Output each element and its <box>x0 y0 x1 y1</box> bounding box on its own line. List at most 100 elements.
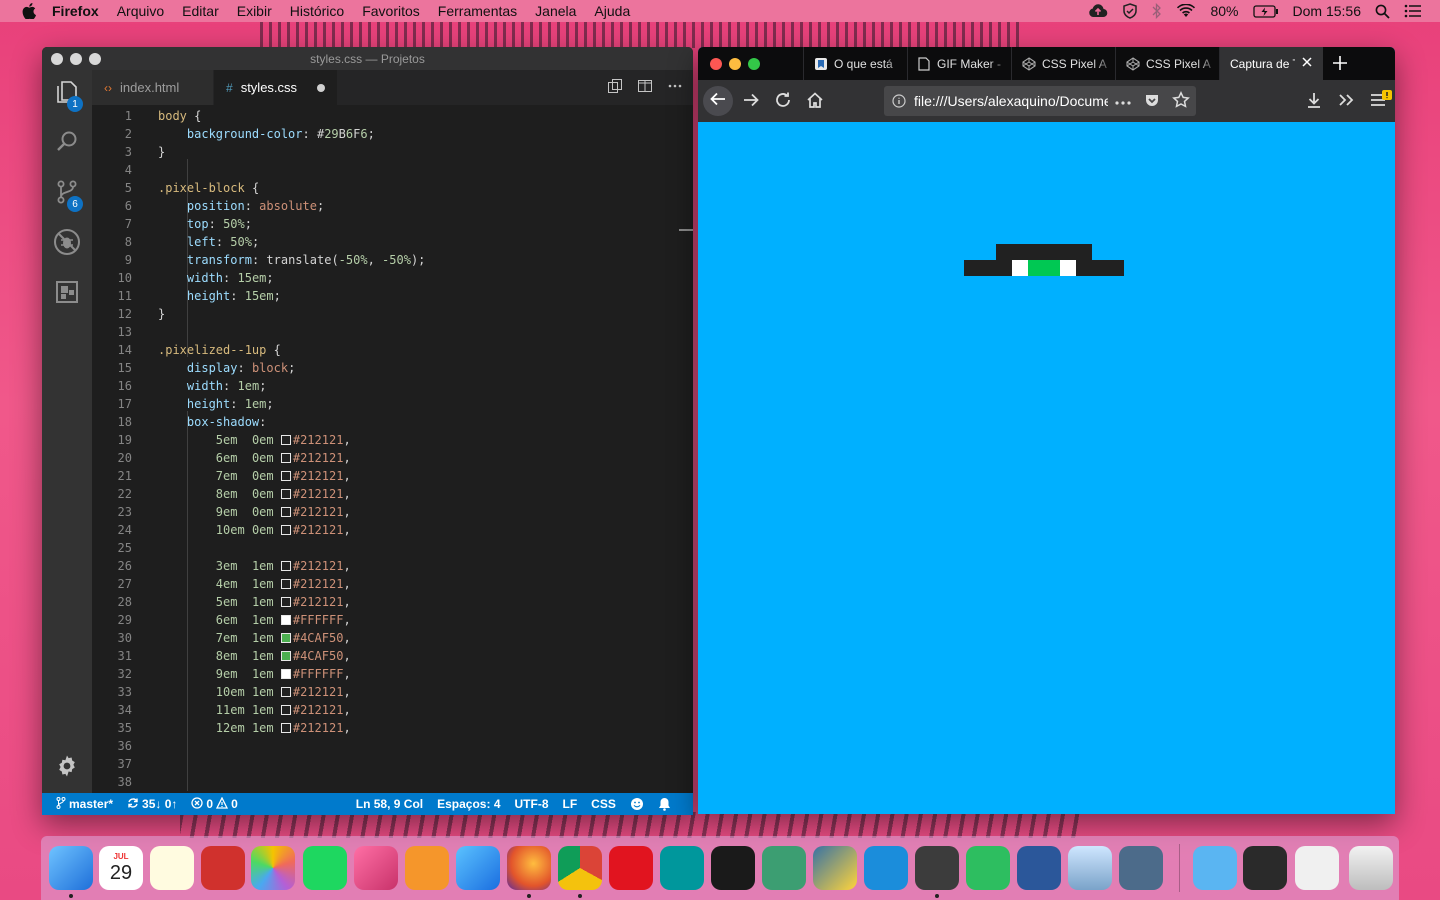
split-editor-icon[interactable] <box>637 78 653 97</box>
tab-index-html[interactable]: ‹› index.html <box>92 70 214 105</box>
code-line[interactable]: 19 5em 0em #212121, <box>92 431 693 449</box>
menu-ajuda[interactable]: Ajuda <box>594 3 630 19</box>
extensions-button[interactable] <box>42 270 92 318</box>
code-line[interactable]: 14 .pixelized--1up { <box>92 341 693 359</box>
pocket-icon[interactable] <box>1144 92 1160 111</box>
indentation-status[interactable]: Espaços: 4 <box>437 797 500 811</box>
code-line[interactable]: 38 <box>92 773 693 791</box>
code-line[interactable]: 23 9em 0em #212121, <box>92 503 693 521</box>
dock-safari-icon[interactable] <box>456 846 500 890</box>
notifications-bell-icon[interactable] <box>658 797 671 811</box>
back-button[interactable] <box>703 86 733 116</box>
dock-ibooks-icon[interactable] <box>405 846 449 890</box>
dock-finder-icon[interactable] <box>49 846 93 890</box>
dock-word-icon[interactable] <box>1017 846 1061 890</box>
search-button[interactable] <box>42 120 92 168</box>
vscode-title-bar[interactable]: styles.css — Projetos <box>42 47 693 70</box>
dock-photos-icon[interactable] <box>251 846 295 890</box>
dock-itunes-icon[interactable] <box>354 846 398 890</box>
dock-brackets-icon[interactable] <box>864 846 908 890</box>
code-line[interactable]: 37 <box>92 755 693 773</box>
branch-status[interactable]: master* <box>56 796 113 812</box>
problems-status[interactable]: 0 0 <box>191 796 238 812</box>
code-line[interactable]: 31 8em 1em #4CAF50, <box>92 647 693 665</box>
code-line[interactable]: 22 8em 0em #212121, <box>92 485 693 503</box>
code-line[interactable]: 1 body { <box>92 107 693 125</box>
code-line[interactable]: 35 12em 1em #212121, <box>92 719 693 737</box>
browser-tab[interactable]: CSS Pixel A <box>1011 47 1115 80</box>
close-window-button[interactable] <box>710 58 722 70</box>
tab-styles-css[interactable]: # styles.css <box>214 70 338 105</box>
battery-charging-icon[interactable] <box>1252 4 1279 18</box>
dock-screen-icon[interactable] <box>1243 846 1287 890</box>
minimize-window-button[interactable] <box>70 53 82 65</box>
code-line[interactable]: 25 <box>92 539 693 557</box>
dock-notes-icon[interactable] <box>150 846 194 890</box>
encoding-status[interactable]: UTF-8 <box>515 797 549 811</box>
wifi-icon[interactable] <box>1176 4 1196 18</box>
language-mode[interactable]: CSS <box>591 797 616 811</box>
code-line[interactable]: 34 11em 1em #212121, <box>92 701 693 719</box>
code-line[interactable]: 10 width: 15em; <box>92 269 693 287</box>
menu-arquivo[interactable]: Arquivo <box>117 3 164 19</box>
code-line[interactable]: 12} <box>92 305 693 323</box>
menu-editar[interactable]: Editar <box>182 3 219 19</box>
browser-tab[interactable]: CSS Pixel A <box>1115 47 1219 80</box>
dock-chrome-icon[interactable] <box>558 846 602 890</box>
code-line[interactable]: 3} <box>92 143 693 161</box>
bookmark-star-icon[interactable] <box>1172 90 1190 112</box>
code-line[interactable]: 20 6em 0em #212121, <box>92 449 693 467</box>
dock-stacks-icon[interactable] <box>1119 846 1163 890</box>
open-changes-icon[interactable] <box>607 78 623 97</box>
dock-joystick-icon[interactable] <box>201 846 245 890</box>
cursor-position[interactable]: Ln 58, 9 Col <box>356 797 423 811</box>
code-line[interactable]: 29 6em 1em #FFFFFF, <box>92 611 693 629</box>
code-line[interactable]: 8 left: 50%; <box>92 233 693 251</box>
dock-atom-icon[interactable] <box>762 846 806 890</box>
feedback-smiley-icon[interactable] <box>630 797 644 811</box>
menu-historico[interactable]: Histórico <box>290 3 344 19</box>
explorer-button[interactable]: 1 <box>42 70 92 118</box>
dock-calendar-icon[interactable]: JUL 29 <box>99 846 143 890</box>
code-line[interactable]: 5 .pixel-block { <box>92 179 693 197</box>
code-line[interactable]: 16 width: 1em; <box>92 377 693 395</box>
code-line[interactable]: 15 display: block; <box>92 359 693 377</box>
menu-janela[interactable]: Janela <box>535 3 576 19</box>
code-line[interactable]: 30 7em 1em #4CAF50, <box>92 629 693 647</box>
more-actions-icon[interactable] <box>667 78 683 97</box>
menu-app-name[interactable]: Firefox <box>52 3 99 19</box>
dock-trash-icon[interactable] <box>1349 846 1393 890</box>
shield-check-icon[interactable] <box>1122 3 1138 19</box>
minimize-window-button[interactable] <box>729 58 741 70</box>
notification-center-icon[interactable] <box>1404 4 1422 18</box>
code-line[interactable]: 2 background-color: #29B6F6; <box>92 125 693 143</box>
cloud-upload-icon[interactable] <box>1088 4 1108 18</box>
browser-tab[interactable]: GIF Maker - <box>907 47 1011 80</box>
debug-button[interactable] <box>42 220 92 268</box>
code-line[interactable]: 18 box-shadow: <box>92 413 693 431</box>
dock-preview-icon[interactable] <box>1068 846 1112 890</box>
url-bar[interactable]: file:///Users/alexaquino/Documents/Sp <box>884 86 1196 116</box>
dock-arduino-icon[interactable] <box>660 846 704 890</box>
bluetooth-icon[interactable] <box>1152 3 1162 19</box>
eol-status[interactable]: LF <box>563 797 578 811</box>
browser-tab[interactable]: O que está <box>803 47 907 80</box>
dock-python-icon[interactable] <box>813 846 857 890</box>
battery-percent[interactable]: 80% <box>1210 3 1238 19</box>
code-line[interactable]: 17 height: 1em; <box>92 395 693 413</box>
code-line[interactable]: 24 10em 0em #212121, <box>92 521 693 539</box>
source-control-button[interactable]: 6 <box>42 170 92 218</box>
zoom-window-button[interactable] <box>748 58 760 70</box>
downloads-icon[interactable] <box>1305 91 1323 114</box>
menu-exibir[interactable]: Exibir <box>237 3 272 19</box>
dock-arduino-icon[interactable] <box>711 846 755 890</box>
code-line[interactable]: 32 9em 1em #FFFFFF, <box>92 665 693 683</box>
unsaved-dot-icon[interactable] <box>317 83 325 92</box>
browser-tab-active[interactable]: Captura de T <box>1219 47 1323 80</box>
info-icon[interactable] <box>884 94 914 108</box>
home-button[interactable] <box>801 88 829 116</box>
spotlight-search-icon[interactable] <box>1375 4 1390 19</box>
reload-button[interactable] <box>769 88 797 116</box>
code-line[interactable]: 4 <box>92 161 693 179</box>
page-actions-icon[interactable] <box>1114 93 1132 109</box>
